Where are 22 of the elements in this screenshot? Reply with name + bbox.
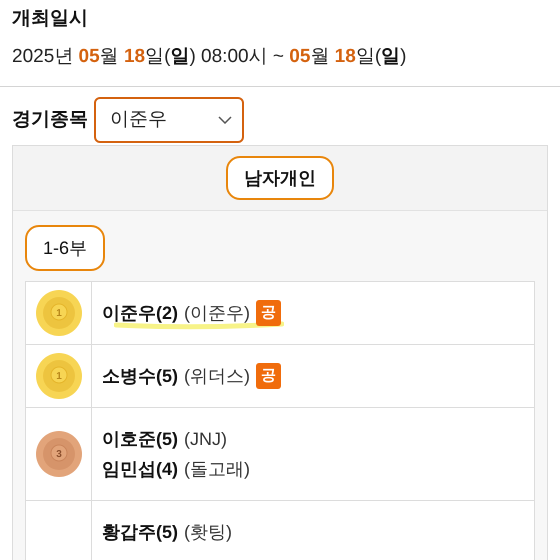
- club-name: (홧팅): [184, 521, 232, 544]
- player-name: 임민섭(4): [102, 458, 178, 481]
- badge: 공: [256, 363, 281, 389]
- section-title: 개최일시: [12, 7, 89, 31]
- date-range: 2025년 05월 18일(일) 08:00시 ~ 05월 18일(일): [12, 45, 408, 69]
- event-select[interactable]: 이준우: [94, 97, 244, 143]
- club-name: (JNJ): [184, 428, 227, 451]
- club-name: (이준우): [184, 302, 250, 325]
- medal-icon: 1: [36, 290, 82, 336]
- player-name: 소병수(5): [102, 365, 178, 388]
- division-label: 1-6부: [25, 225, 106, 271]
- player-name: 이호준(5): [102, 428, 178, 451]
- category-tab[interactable]: 남자개인: [226, 156, 334, 200]
- club-name: (돌고래): [184, 458, 250, 481]
- medal-icon: 3: [36, 431, 82, 477]
- badge: 공: [256, 300, 281, 326]
- chevron-down-icon: [218, 116, 232, 124]
- club-name: (위더스): [184, 365, 250, 388]
- medal-icon: 1: [36, 353, 82, 399]
- player-name: 이준우(2): [102, 302, 178, 325]
- player-name: 황갑주(5): [102, 521, 178, 544]
- field-label: 경기종목: [12, 108, 88, 132]
